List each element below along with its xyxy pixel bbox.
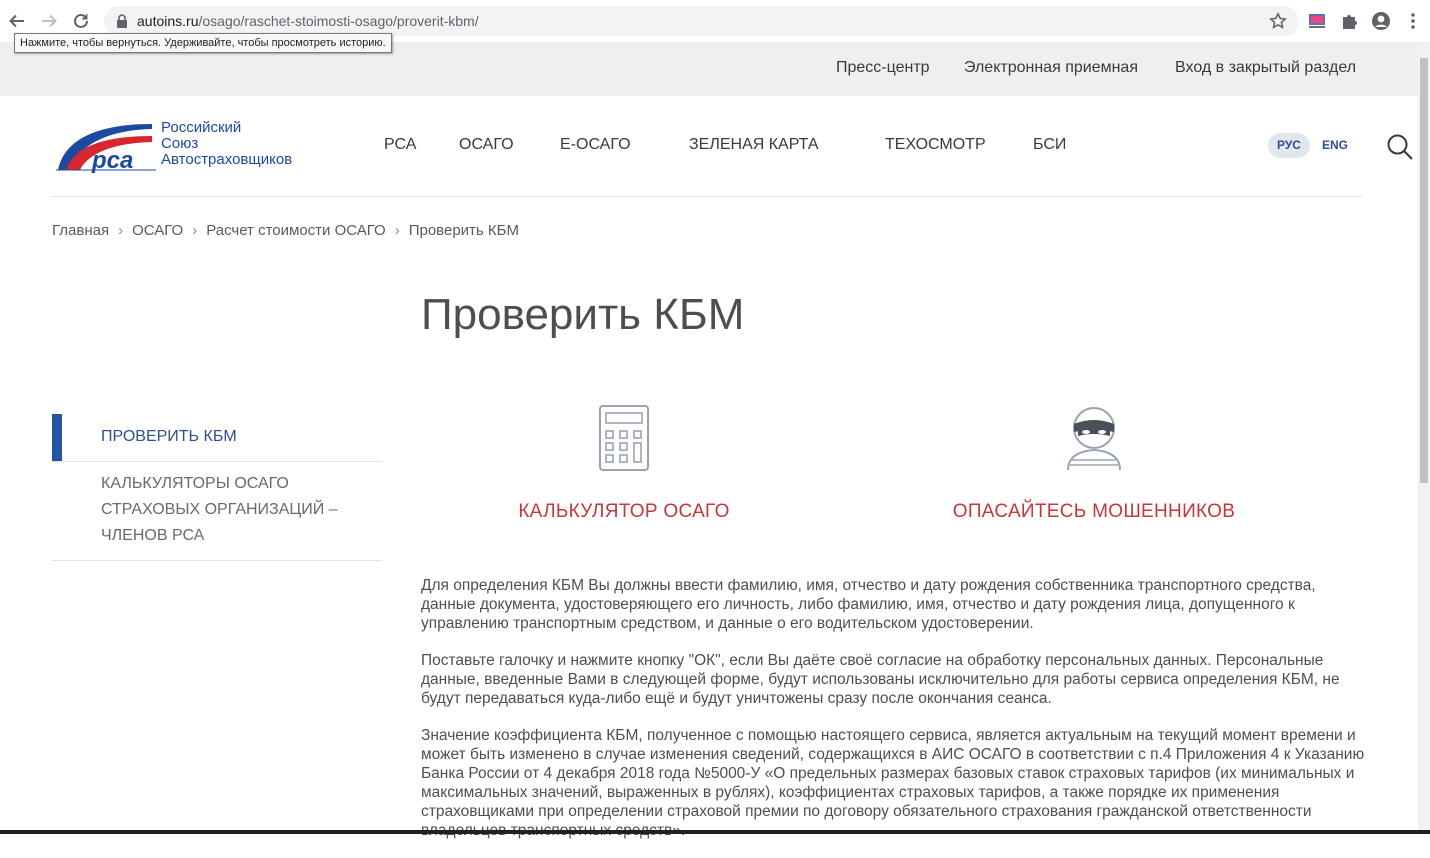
sidebar-item-check-kbm[interactable]: ПРОВЕРИТЬ КБМ [52,414,382,461]
chevron-right-icon: › [394,222,400,239]
extension-screen-icon[interactable] [1307,11,1327,31]
logo-line-1: Российский [161,119,242,136]
nav-osago[interactable]: ОСАГО [459,136,514,154]
url-text: autoins.ru/osago/raschet-stoimosti-osago… [137,13,479,29]
private-area-link[interactable]: Вход в закрытый раздел [1175,59,1356,77]
breadcrumb-osago[interactable]: ОСАГО [132,222,183,239]
address-bar[interactable]: autoins.ru/osago/raschet-stoimosti-osago… [104,6,1299,36]
extensions-puzzle-icon[interactable] [1339,11,1359,31]
lock-icon [116,14,128,33]
description-paragraph-2: Поставьте галочку и нажмите кнопку "ОК",… [421,652,1340,707]
url-path: /osago/raschet-stoimosti-osago/proverit-… [198,13,479,29]
reload-icon[interactable] [71,11,91,31]
e-reception-link[interactable]: Электронная приемная [964,59,1138,77]
nav-techosmotr[interactable]: ТЕХОСМОТР [885,136,986,154]
logo-wordmark: Российский Союз Автостраховщиков [161,120,292,168]
bookmark-star-icon[interactable] [1269,12,1287,35]
fraud-warning-card-title: ОПАСАЙТЕСЬ МОШЕННИКОВ [952,501,1236,522]
browser-menu-icon[interactable] [1403,11,1423,31]
sidebar-item-calculators[interactable]: КАЛЬКУЛЯТОРЫ ОСАГО СТРАХОВЫХ ОРГАНИЗАЦИЙ… [101,471,361,549]
logo-line-2: Союз [161,135,199,152]
nav-e-osago[interactable]: Е-ОСАГО [560,136,631,154]
calculator-icon [488,404,760,477]
sidebar-divider [52,560,382,561]
fraudster-icon [946,404,1242,477]
chevron-right-icon: › [192,222,198,239]
rsa-logo[interactable]: рса Российский Союз Автостраховщиков [56,118,306,174]
sidebar-item-label: ПРОВЕРИТЬ КБМ [101,428,237,445]
back-arrow-icon[interactable] [7,11,27,31]
logo-mark-text: рса [91,147,133,174]
profile-avatar-icon[interactable] [1371,11,1391,31]
kbm-description: Для определения КБМ Вы должны ввести фам… [421,576,1371,858]
calculator-card[interactable]: КАЛЬКУЛЯТОР ОСАГО [488,404,760,523]
breadcrumb-current: Проверить КБМ [408,222,519,239]
url-host: autoins.ru [137,13,199,29]
lang-rus-button[interactable]: РУС [1268,133,1310,158]
fraud-warning-card[interactable]: ОПАСАЙТЕСЬ МОШЕННИКОВ [946,404,1242,523]
back-button-tooltip: Нажмите, чтобы вернуться. Удерживайте, ч… [14,33,392,53]
rsa-logo-mark: рса [56,124,156,174]
lang-eng-button[interactable]: ENG [1322,133,1348,158]
page-scrollbar[interactable] [1418,42,1430,834]
nav-green-card[interactable]: ЗЕЛЕНАЯ КАРТА [689,136,819,154]
active-indicator [52,414,62,461]
logo-line-3: Автостраховщиков [161,151,293,168]
nav-bsi[interactable]: БСИ [1033,136,1066,154]
press-center-link[interactable]: Пресс-центр [836,59,930,77]
calculator-card-title: КАЛЬКУЛЯТОР ОСАГО [518,501,730,522]
chevron-right-icon: › [118,222,124,239]
breadcrumb: Главная › ОСАГО › Расчет стоимости ОСАГО › Про… [52,222,519,239]
breadcrumb-calc-cost[interactable]: Расчет стоимости ОСАГО [206,222,386,239]
header-divider [52,196,1362,197]
page-title: Проверить КБМ [421,290,745,339]
scrollbar-thumb[interactable] [1420,58,1428,483]
nav-rsa[interactable]: РСА [384,136,416,154]
search-icon[interactable] [1386,133,1414,161]
sidebar-divider [52,461,382,462]
forward-arrow-icon[interactable] [39,11,59,31]
taskbar-edge [0,830,1430,834]
breadcrumb-home[interactable]: Главная [52,222,109,239]
description-paragraph-1: Для определения КБМ Вы должны ввести фам… [421,577,1316,632]
description-paragraph-3: Значение коэффициента КБМ, полученное с … [421,727,1365,839]
